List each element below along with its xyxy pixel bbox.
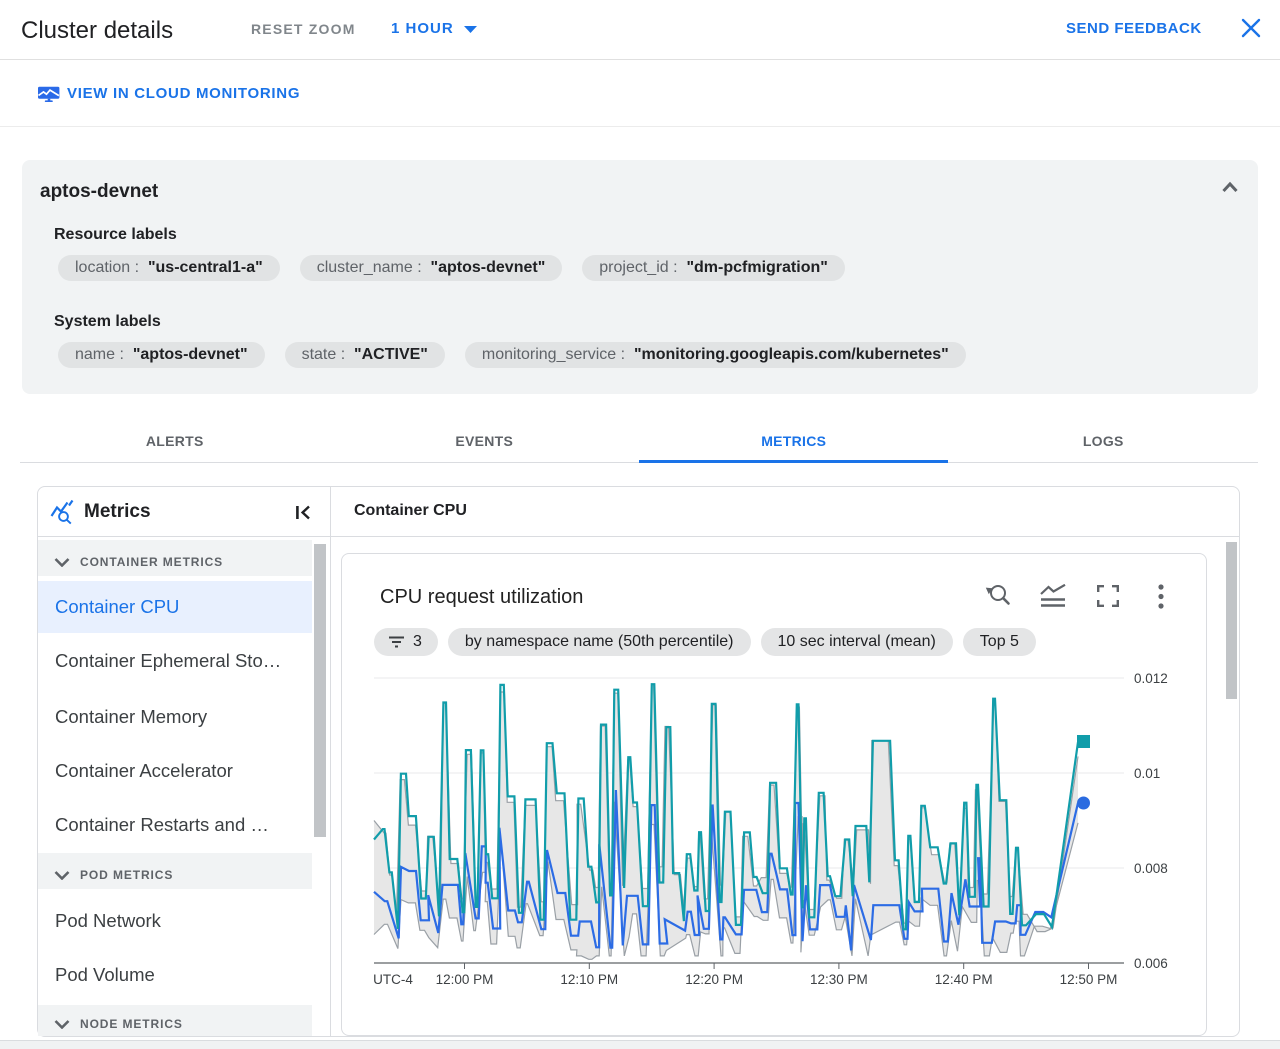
svg-text:0.012: 0.012 <box>1134 671 1168 686</box>
svg-text:12:00 PM: 12:00 PM <box>436 972 494 987</box>
svg-text:12:20 PM: 12:20 PM <box>685 972 743 987</box>
svg-text:12:40 PM: 12:40 PM <box>935 972 993 987</box>
svg-text:12:10 PM: 12:10 PM <box>560 972 618 987</box>
svg-text:0.006: 0.006 <box>1134 956 1168 971</box>
svg-text:12:30 PM: 12:30 PM <box>810 972 868 987</box>
svg-text:12:50 PM: 12:50 PM <box>1060 972 1118 987</box>
svg-text:0.008: 0.008 <box>1134 861 1168 876</box>
svg-text:0.01: 0.01 <box>1134 766 1160 781</box>
svg-text:UTC-4: UTC-4 <box>373 972 413 987</box>
